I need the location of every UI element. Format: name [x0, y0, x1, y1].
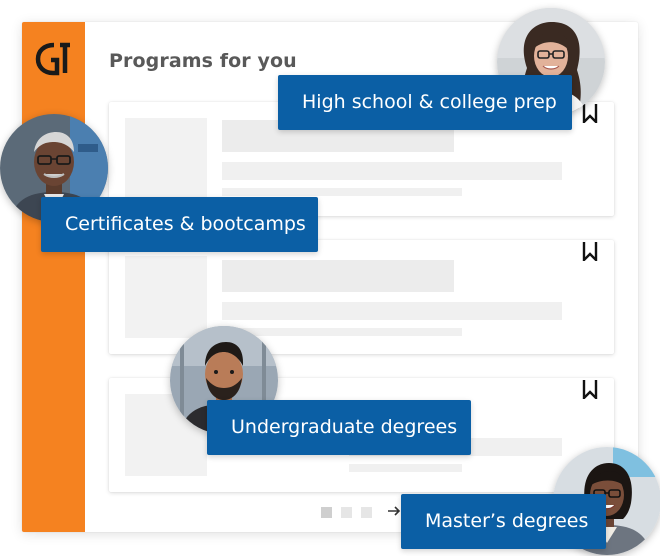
arrow-right-icon[interactable]	[386, 503, 402, 519]
page-dot[interactable]	[361, 507, 372, 518]
page-dot[interactable]	[341, 507, 352, 518]
category-certificates-bootcamps[interactable]: Certificates & bootcamps	[41, 197, 318, 252]
program-title-placeholder	[222, 260, 454, 292]
program-text-placeholder	[222, 302, 562, 320]
bookmark-icon[interactable]	[582, 379, 598, 399]
program-text-placeholder	[349, 464, 462, 472]
program-image-placeholder	[125, 118, 207, 200]
bookmark-icon[interactable]	[582, 241, 598, 261]
sidebar	[22, 22, 85, 532]
program-text-placeholder	[222, 188, 462, 196]
page-title: Programs for you	[109, 50, 297, 72]
page-dot[interactable]	[321, 507, 332, 518]
g-logo-icon[interactable]	[34, 42, 74, 76]
program-text-placeholder	[222, 162, 562, 180]
bookmark-icon[interactable]	[582, 103, 598, 123]
program-image-placeholder	[125, 256, 207, 338]
category-high-school-college-prep[interactable]: High school & college prep	[278, 75, 572, 130]
program-text-placeholder	[222, 328, 462, 336]
program-card[interactable]	[109, 240, 614, 354]
category-undergraduate-degrees[interactable]: Undergraduate degrees	[207, 400, 471, 455]
category-masters-degrees[interactable]: Master’s degrees	[401, 494, 606, 549]
